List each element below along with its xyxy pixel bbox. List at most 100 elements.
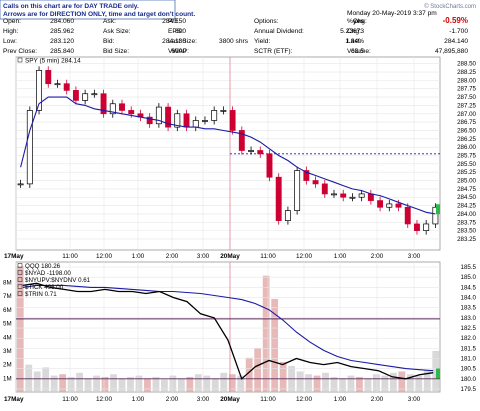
- indicator-y-tick: 184.0: [461, 295, 477, 302]
- indicator-y-tick: 180.0: [461, 376, 477, 383]
- candle-body: [404, 206, 411, 225]
- candle-body: [63, 83, 70, 91]
- stat-label: Bid Size:: [103, 48, 129, 55]
- price-panel: 283.25283.50 283.75284.00284.25 284.50284.…: [4, 56, 477, 260]
- candle-body: [312, 180, 319, 185]
- volume-bar: [101, 376, 109, 392]
- price-y-tick: 284.50: [457, 194, 476, 201]
- volume-bar: [84, 378, 92, 392]
- candle-body: [294, 170, 301, 211]
- volume-tick: 4M: [3, 334, 12, 341]
- volume-bar: [313, 375, 321, 392]
- stat-label: %Chg:: [347, 18, 367, 25]
- price-y-tick: 287.25: [457, 102, 476, 109]
- volume-bar: [330, 376, 338, 392]
- indicator-y-tick: 183.5: [461, 305, 477, 312]
- indicator-x-tick: 12:00: [96, 396, 112, 403]
- indicator-legend: $NYAD -1198.00: [25, 270, 71, 277]
- volume-bar: [347, 375, 355, 392]
- price-x-tick: 20May: [220, 253, 240, 260]
- candle-body: [377, 200, 384, 208]
- candle-body: [275, 176, 282, 221]
- last-price-marker: [436, 204, 440, 215]
- candle-body: [54, 83, 61, 86]
- date-label: Monday 20-May-2019 3:37 pm: [347, 10, 437, 17]
- price-x-tick: 11:00: [260, 253, 276, 260]
- stat-value: 285.840: [50, 48, 74, 55]
- volume-bar: [161, 379, 168, 392]
- price-y-tick: 288.25: [457, 69, 476, 76]
- stat-label: Chg:: [347, 28, 361, 35]
- price-y-tick: 285.25: [457, 169, 476, 176]
- indicator-y-tick: 184.5: [461, 284, 477, 291]
- candle-body: [395, 203, 402, 208]
- stat-label: Annual Dividend:: [254, 28, 304, 35]
- stat-label: Last Size:: [168, 38, 197, 45]
- stat-label: Ask Size:: [103, 28, 131, 35]
- stat-value: 284.060: [50, 18, 74, 25]
- stat-value: 285.962: [50, 28, 74, 35]
- indicator-x-tick: 20May: [220, 396, 240, 403]
- price-y-tick: 285.00: [457, 178, 476, 185]
- indicator-x-tick: 11:00: [62, 396, 78, 403]
- stat-label: VWAP:: [168, 48, 189, 55]
- indicator-legend: $NYUPV:$NYDNV 0.61: [25, 277, 91, 284]
- price-y-tick: 285.50: [457, 161, 476, 168]
- volume-bar: [279, 361, 287, 392]
- price-legend: SPY (5 min) 284.14: [25, 58, 81, 65]
- stat-label: Yield:: [254, 38, 270, 45]
- candle-body: [220, 110, 227, 112]
- stat-label: Prev Close:: [3, 48, 37, 55]
- indicator-x-tick: 2:00: [371, 396, 384, 403]
- stat-label: Volume:: [347, 48, 371, 55]
- price-plot-area: [15, 56, 441, 251]
- quote-header: Calls on this chart are for DAY TRADE on…: [0, 0, 480, 56]
- candle-body: [248, 150, 254, 152]
- volume-tick: 1M: [3, 375, 12, 382]
- candle-body: [386, 203, 393, 208]
- indicator-panel: 179.5 180.0 180.5 181.0 181.5 182.0 182.5 183.0…: [3, 261, 477, 403]
- stat-label: Last:: [347, 38, 361, 45]
- price-x-tick: 1:00: [132, 253, 145, 260]
- stat-value: 47,895,880: [435, 48, 468, 55]
- indicator-x-tick: 1:00: [334, 396, 347, 403]
- volume-bar: [152, 376, 160, 392]
- price-y-tick: 283.25: [457, 236, 476, 243]
- candle-body: [340, 193, 347, 198]
- stat-value: 283.120: [50, 38, 74, 45]
- price-x-tick: 17May: [4, 253, 24, 260]
- price-y-tick: 284.25: [457, 203, 476, 210]
- candle-body: [229, 110, 236, 131]
- volume-tick: 5M: [3, 321, 12, 328]
- stat-label: Open:: [3, 18, 21, 25]
- price-x-tick: 3:00: [197, 253, 210, 260]
- stat-value: -0.59%: [443, 16, 468, 25]
- volume-bar: [211, 378, 219, 392]
- candle-body: [82, 93, 89, 101]
- volume-bar: [144, 378, 151, 392]
- indicator-y-tick: 179.5: [461, 386, 477, 393]
- candle-body: [72, 90, 79, 101]
- candle-body: [414, 223, 420, 231]
- stat-label: Low:: [3, 38, 17, 45]
- price-y-tick: 283.75: [457, 219, 476, 226]
- candle-body: [183, 113, 190, 128]
- volume-bar: [177, 378, 185, 392]
- volume-bar: [203, 375, 211, 392]
- indicator-y-tick: 181.0: [461, 355, 477, 362]
- price-y-tick: 286.00: [457, 144, 476, 151]
- candle-body: [321, 183, 328, 195]
- candle-body: [45, 70, 52, 85]
- candle-body: [91, 93, 98, 96]
- indicator-y-tick: 182.5: [461, 325, 477, 332]
- price-y-tick: 286.50: [457, 127, 476, 134]
- volume-bar: [305, 374, 312, 392]
- candle-body: [266, 153, 273, 178]
- price-x-tick: 2:00: [371, 253, 384, 260]
- chart-svg: Calls on this chart are for DAY TRADE on…: [0, 0, 480, 403]
- price-x-tick: 12:00: [96, 253, 112, 260]
- price-y-tick: 287.75: [457, 86, 476, 93]
- price-x-tick: 3:00: [408, 253, 421, 260]
- volume-bar: [93, 375, 100, 392]
- candle-body: [128, 110, 135, 115]
